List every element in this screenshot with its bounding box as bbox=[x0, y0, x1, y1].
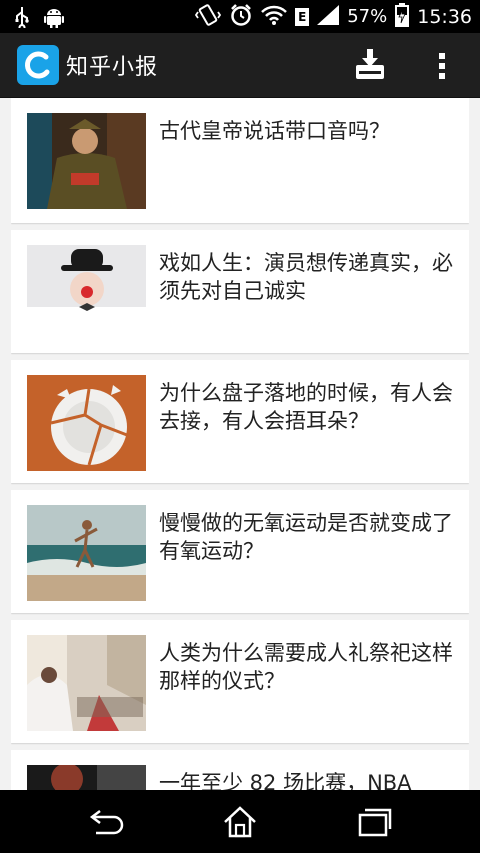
story-title: 为什么盘子落地的时候，有人会去接，有人会捂耳朵？ bbox=[159, 381, 453, 433]
back-icon bbox=[89, 810, 124, 835]
battery-percent: 57% bbox=[347, 6, 388, 27]
story-thumbnail bbox=[27, 113, 146, 209]
story-title: 慢慢做的无氧运动是否就变成了有氧运动？ bbox=[159, 511, 453, 563]
story-thumbnail bbox=[27, 635, 146, 731]
story-thumbnail bbox=[27, 505, 146, 601]
android-debug-icon bbox=[44, 6, 64, 32]
story-title: 古代皇帝说话带口音吗？ bbox=[159, 119, 390, 143]
home-icon bbox=[224, 806, 256, 838]
navigation-bar bbox=[0, 790, 480, 853]
story-card[interactable]: 人类为什么需要成人礼祭祀这样那样的仪式？ bbox=[11, 620, 469, 743]
clock: 15:36 bbox=[417, 5, 472, 28]
wifi-icon bbox=[261, 4, 288, 30]
home-button[interactable] bbox=[220, 805, 260, 839]
overflow-menu-button[interactable] bbox=[428, 45, 456, 85]
signal-icon bbox=[317, 4, 340, 29]
story-thumbnail bbox=[27, 375, 146, 471]
story-card[interactable]: 戏如人生：演员想传递真实，必须先对自己诚实 bbox=[11, 230, 469, 353]
story-title: 一年至少 82 场比赛，NBA bbox=[159, 771, 412, 790]
alarm-icon bbox=[229, 3, 253, 31]
recent-apps-icon bbox=[358, 808, 392, 837]
more-vertical-icon bbox=[439, 53, 445, 79]
battery-charging-icon bbox=[395, 2, 410, 31]
vibrate-icon bbox=[195, 3, 222, 31]
story-thumbnail bbox=[27, 245, 146, 341]
story-card[interactable]: 一年至少 82 场比赛，NBA bbox=[11, 750, 469, 790]
status-bar: E 57% 15:36 bbox=[0, 0, 480, 33]
story-title: 人类为什么需要成人礼祭祀这样那样的仪式？ bbox=[159, 641, 453, 693]
story-card[interactable]: 古代皇帝说话带口音吗？ bbox=[11, 98, 469, 223]
download-icon bbox=[356, 49, 384, 79]
network-type-badge: E bbox=[295, 7, 310, 26]
action-bar: 知乎小报 bbox=[0, 33, 480, 98]
usb-icon bbox=[14, 6, 30, 32]
story-feed[interactable]: 古代皇帝说话带口音吗？ 戏如人生：演员想传递真实，必须先对自己诚实 为什么盘子落… bbox=[11, 98, 469, 790]
story-card[interactable]: 为什么盘子落地的时候，有人会去接，有人会捂耳朵？ bbox=[11, 360, 469, 483]
download-button[interactable] bbox=[350, 45, 390, 85]
app-title: 知乎小报 bbox=[66, 55, 159, 80]
zhihu-daily-logo-icon[interactable] bbox=[17, 45, 59, 85]
recent-apps-button[interactable] bbox=[354, 805, 394, 839]
story-card[interactable]: 慢慢做的无氧运动是否就变成了有氧运动？ bbox=[11, 490, 469, 613]
back-button[interactable] bbox=[86, 805, 126, 839]
story-title: 戏如人生：演员想传递真实，必须先对自己诚实 bbox=[159, 251, 453, 303]
story-thumbnail bbox=[27, 765, 146, 790]
